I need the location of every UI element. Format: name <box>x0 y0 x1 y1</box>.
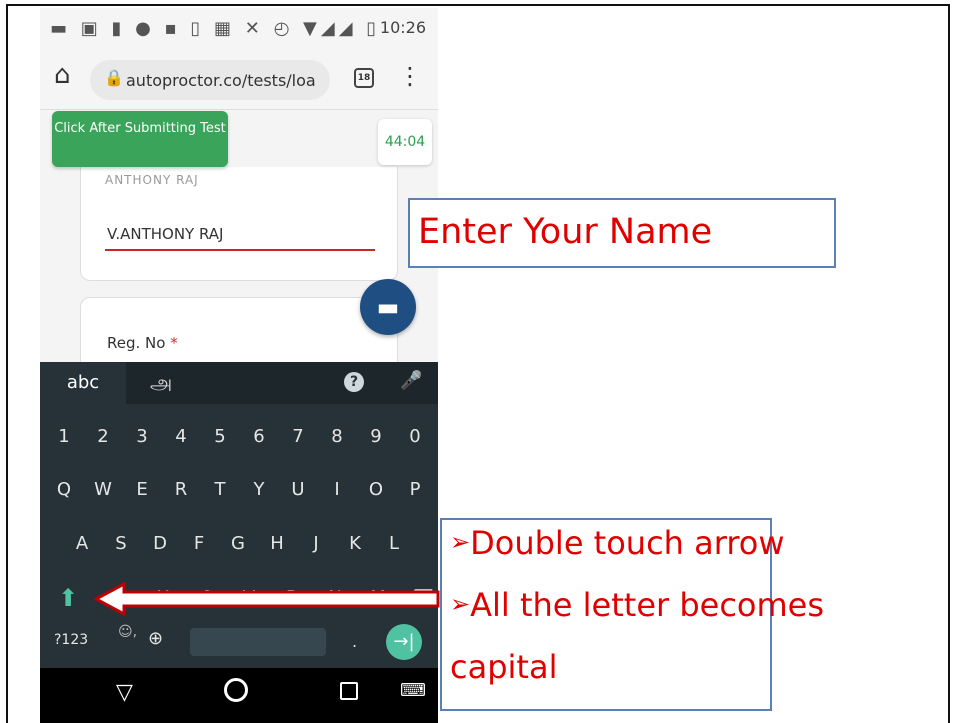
shift-key[interactable]: ⬆ <box>48 578 88 618</box>
number-row: 1234567890 <box>40 417 438 457</box>
globe-icon[interactable]: ⊕ <box>148 628 163 649</box>
key-8[interactable]: 8 <box>319 417 355 457</box>
key-w[interactable]: W <box>85 470 121 510</box>
key-0[interactable]: 0 <box>397 417 433 457</box>
period-key[interactable]: . <box>352 632 357 651</box>
key-7[interactable]: 7 <box>280 417 316 457</box>
keyboard: abc அ ? 🎤 1234567890 QWERTYUIOP ASDFGHJK… <box>40 362 438 723</box>
key-l[interactable]: L <box>376 524 412 564</box>
key-o[interactable]: O <box>358 470 394 510</box>
back-icon[interactable]: ▽ <box>116 680 133 705</box>
key-r[interactable]: R <box>163 470 199 510</box>
nav-bar: ▽ ⌨ <box>40 668 438 723</box>
name-field[interactable]: V.ANTHONY RAJ <box>107 225 223 243</box>
left-arrow-annotation <box>94 582 440 616</box>
space-bar[interactable] <box>190 628 326 656</box>
key-9[interactable]: 9 <box>358 417 394 457</box>
key-d[interactable]: D <box>142 524 178 564</box>
key-4[interactable]: 4 <box>163 417 199 457</box>
key-5[interactable]: 5 <box>202 417 238 457</box>
submit-test-button[interactable]: Click After Submitting Test <box>52 111 228 167</box>
emoji-key[interactable]: ☺, <box>118 624 137 640</box>
key-2[interactable]: 2 <box>85 417 121 457</box>
asdf-row: ASDFGHJKL <box>40 524 438 564</box>
callout-line-3: capital <box>450 648 558 686</box>
address-bar[interactable]: 🔒 autoproctor.co/tests/loa <box>90 60 330 100</box>
key-s[interactable]: S <box>103 524 139 564</box>
faded-scrolled-text: ANTHONY RAJ <box>105 173 199 187</box>
key-i[interactable]: I <box>319 470 355 510</box>
key-f[interactable]: F <box>181 524 217 564</box>
key-t[interactable]: T <box>202 470 238 510</box>
bullet-icon: ➢ <box>450 528 471 556</box>
key-h[interactable]: H <box>259 524 295 564</box>
callout-line-2: ➢All the letter becomes <box>450 586 825 624</box>
key-p[interactable]: P <box>397 470 433 510</box>
bullet-icon: ➢ <box>450 590 471 618</box>
key-k[interactable]: K <box>337 524 373 564</box>
key-j[interactable]: J <box>298 524 334 564</box>
callout-line-1: ➢Double touch arrow <box>450 524 785 562</box>
tamil-tab[interactable]: அ <box>150 370 172 397</box>
key-y[interactable]: Y <box>241 470 277 510</box>
tabs-count-button[interactable]: 18 <box>354 68 374 88</box>
keyboard-bottom-row: ?123 ☺, ⊕ . →| <box>40 618 438 668</box>
recents-icon[interactable] <box>340 682 358 700</box>
web-page: ANTHONY RAJ V.ANTHONY RAJ Reg. No * Clic… <box>40 111 438 387</box>
lock-icon: 🔒 <box>104 68 124 87</box>
enter-name-text: Enter Your Name <box>418 212 713 252</box>
key-6[interactable]: 6 <box>241 417 277 457</box>
browser-toolbar: ⌂ 🔒 autoproctor.co/tests/loa 18 ⋮ <box>40 48 438 110</box>
key-a[interactable]: A <box>64 524 100 564</box>
arrow-shape <box>94 582 440 616</box>
key-3[interactable]: 3 <box>124 417 160 457</box>
required-star: * <box>170 334 178 352</box>
key-q[interactable]: Q <box>46 470 82 510</box>
help-icon[interactable]: ? <box>344 372 364 392</box>
capital-callout: ➢Double touch arrow ➢All the letter beco… <box>440 518 824 711</box>
symbols-key[interactable]: ?123 <box>54 632 88 648</box>
url-text[interactable]: autoproctor.co/tests/loa <box>126 71 316 90</box>
name-card: ANTHONY RAJ V.ANTHONY RAJ <box>80 167 398 281</box>
reg-no-label: Reg. No * <box>107 334 178 352</box>
mic-icon[interactable]: 🎤 <box>400 370 422 391</box>
keyboard-top-bar: abc அ ? 🎤 <box>40 362 438 404</box>
abc-tab[interactable]: abc <box>40 362 126 404</box>
chat-icon[interactable]: ▬ <box>360 279 416 335</box>
key-g[interactable]: G <box>220 524 256 564</box>
key-u[interactable]: U <box>280 470 316 510</box>
timer: 44:04 <box>378 119 432 165</box>
home-icon[interactable]: ⌂ <box>54 60 71 90</box>
status-bar: ▬ ▣ ▮ ● ▪ ▯ ▦ ✕ ◴ ▼◢◢ ▯ 10:26 <box>40 8 438 48</box>
enter-name-callout: Enter Your Name <box>408 198 836 268</box>
keyboard-icon[interactable]: ⌨ <box>400 680 426 701</box>
status-icons: ▬ ▣ ▮ ● ▪ ▯ ▦ ✕ ◴ ▼◢◢ ▯ <box>50 18 381 39</box>
qwerty-row: QWERTYUIOP <box>40 470 438 510</box>
name-field-underline <box>105 249 375 251</box>
key-1[interactable]: 1 <box>46 417 82 457</box>
home-button-icon[interactable] <box>224 678 248 702</box>
status-time: 10:26 <box>379 18 426 37</box>
key-e[interactable]: E <box>124 470 160 510</box>
enter-key[interactable]: →| <box>386 624 422 660</box>
menu-icon[interactable]: ⋮ <box>398 62 422 90</box>
slide: ▬ ▣ ▮ ● ▪ ▯ ▦ ✕ ◴ ▼◢◢ ▯ 10:26 ⌂ 🔒 autopr… <box>0 0 956 723</box>
